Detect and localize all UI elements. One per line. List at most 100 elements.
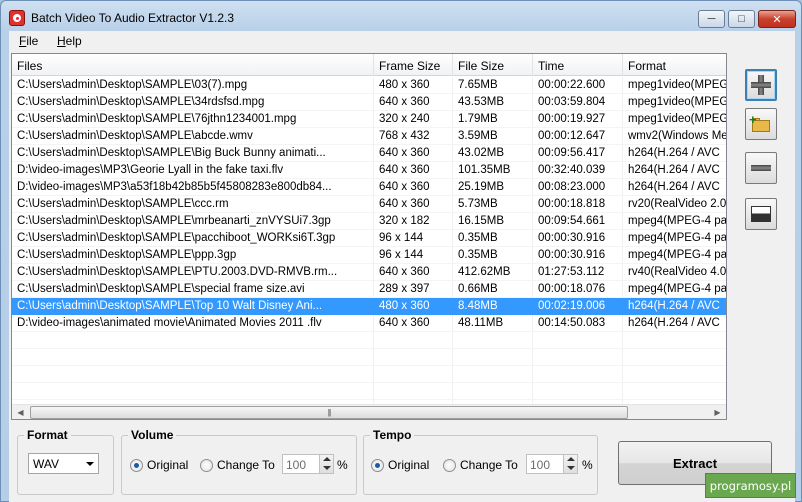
time-cell: 00:03:59.804	[538, 96, 606, 108]
table-row[interactable]: C:\Users\admin\Desktop\SAMPLE\03(7).mpg 4…	[12, 77, 726, 94]
remove-button[interactable]	[745, 152, 777, 184]
file-path-cell: C:\Users\admin\Desktop\SAMPLE\34rdsfsd.m…	[17, 96, 265, 108]
frame-size-cell: 480 x 360	[379, 79, 430, 91]
column-file-size[interactable]: File Size	[453, 54, 533, 76]
volume-change-radio[interactable]: Change To	[200, 458, 275, 472]
file-path-cell: C:\Users\admin\Desktop\SAMPLE\special fr…	[17, 283, 305, 295]
frame-size-cell: 320 x 182	[379, 215, 430, 227]
row-divider	[12, 399, 726, 400]
tempo-value: 100	[530, 458, 551, 472]
minimize-button[interactable]: ─	[698, 10, 725, 28]
column-format[interactable]: Format	[623, 54, 726, 76]
table-row[interactable]: D:\video-images\animated movie\Animated …	[12, 315, 726, 332]
menu-help-label: elp	[65, 34, 82, 48]
menu-bar: File Help	[9, 31, 795, 51]
tempo-original-radio[interactable]: Original	[371, 458, 429, 472]
scroll-right-icon[interactable]: ▶	[709, 405, 726, 420]
menu-file[interactable]: File	[19, 34, 38, 48]
plus-icon	[751, 75, 771, 95]
table-row[interactable]: C:\Users\admin\Desktop\SAMPLE\76jthn1234…	[12, 111, 726, 128]
file-size-cell: 48.11MB	[458, 317, 504, 329]
radio-checked-icon	[371, 458, 384, 472]
table-row[interactable]: C:\Users\admin\Desktop\SAMPLE\PTU.2003.D…	[12, 264, 726, 281]
volume-original-radio[interactable]: Original	[130, 458, 188, 472]
tempo-stepper[interactable]: 100	[526, 454, 578, 474]
time-cell: 00:02:19.006	[538, 300, 606, 312]
table-row[interactable]: C:\Users\admin\Desktop\SAMPLE\special fr…	[12, 281, 726, 298]
frame-size-cell: 640 x 360	[379, 317, 430, 329]
tempo-label: Tempo	[370, 428, 415, 442]
scroll-left-icon[interactable]: ◀	[12, 405, 29, 420]
add-files-button[interactable]	[745, 69, 777, 101]
file-path-cell: C:\Users\admin\Desktop\SAMPLE\ccc.rm	[17, 198, 229, 210]
table-row[interactable]: C:\Users\admin\Desktop\SAMPLE\Big Buck B…	[12, 145, 726, 162]
frame-size-cell: 320 x 240	[379, 113, 430, 125]
table-row[interactable]: C:\Users\admin\Desktop\SAMPLE\abcde.wmv 7…	[12, 128, 726, 145]
time-cell: 01:27:53.112	[538, 266, 605, 278]
scroll-thumb[interactable]: |||	[30, 406, 628, 419]
format-cell: h264(H.264 / AVC	[628, 300, 720, 312]
column-frame-size[interactable]: Frame Size	[374, 54, 453, 76]
column-time[interactable]: Time	[533, 54, 623, 76]
row-divider	[12, 382, 726, 383]
close-button[interactable]: ✕	[758, 10, 796, 28]
format-cell: h264(H.264 / AVC	[628, 181, 720, 193]
table-row[interactable]: D:\video-images\MP3\a53f18b42b85b5f45808…	[12, 179, 726, 196]
file-size-cell: 43.53MB	[458, 96, 505, 108]
tempo-unit: %	[582, 458, 593, 472]
tempo-change-radio[interactable]: Change To	[443, 458, 518, 472]
frame-size-cell: 640 x 360	[379, 147, 430, 159]
time-cell: 00:00:22.600	[538, 79, 606, 91]
options-panel: Format WAV Volume Original Change To 100…	[11, 427, 791, 502]
table-row[interactable]: C:\Users\admin\Desktop\SAMPLE\mrbeanarti…	[12, 213, 726, 230]
stepper-arrows-icon[interactable]	[319, 455, 333, 473]
table-row[interactable]: C:\Users\admin\Desktop\SAMPLE\ppp.3gp 96 …	[12, 247, 726, 264]
clear-list-icon	[751, 206, 771, 222]
file-path-cell: D:\video-images\MP3\Georie Lyall in the …	[17, 164, 284, 176]
menu-help[interactable]: Help	[57, 34, 82, 48]
tempo-original-label: Original	[388, 458, 430, 472]
file-list[interactable]: Files Frame Size File Size Time Format C…	[11, 53, 727, 420]
horizontal-scrollbar[interactable]: ◀ ||| ▶	[12, 404, 726, 419]
time-cell: 00:00:19.927	[538, 113, 606, 125]
title-bar[interactable]: Batch Video To Audio Extractor V1.2.3 ─ …	[1, 1, 801, 31]
watermark-badge: programosy.pl	[705, 473, 796, 498]
file-path-cell: D:\video-images\animated movie\Animated …	[17, 317, 322, 329]
column-files[interactable]: Files	[12, 54, 374, 76]
folder-add-icon: +	[749, 112, 771, 133]
maximize-button[interactable]: □	[728, 10, 755, 28]
file-size-cell: 412.62MB	[458, 266, 511, 278]
app-icon[interactable]	[9, 10, 25, 26]
file-size-cell: 1.79MB	[458, 113, 498, 125]
table-row[interactable]: C:\Users\admin\Desktop\SAMPLE\34rdsfsd.m…	[12, 94, 726, 111]
format-cell: h264(H.264 / AVC	[628, 317, 720, 329]
file-path-cell: C:\Users\admin\Desktop\SAMPLE\PTU.2003.D…	[17, 266, 338, 278]
format-cell: h264(H.264 / AVC	[628, 164, 720, 176]
volume-group: Volume Original Change To 100 %	[121, 428, 357, 495]
clear-list-button[interactable]	[745, 198, 777, 230]
format-cell: wmv2(Windows Media	[628, 130, 726, 142]
file-path-cell: C:\Users\admin\Desktop\SAMPLE\03(7).mpg	[17, 79, 248, 91]
format-select[interactable]: WAV	[28, 453, 99, 474]
table-row[interactable]: C:\Users\admin\Desktop\SAMPLE\pacchiboot…	[12, 230, 726, 247]
file-size-cell: 0.35MB	[458, 232, 498, 244]
table-row-selected[interactable]: C:\Users\admin\Desktop\SAMPLE\Top 10 Wal…	[12, 298, 726, 315]
table-row[interactable]: C:\Users\admin\Desktop\SAMPLE\ccc.rm 640 …	[12, 196, 726, 213]
file-size-cell: 0.35MB	[458, 249, 498, 261]
window-title: Batch Video To Audio Extractor V1.2.3	[31, 11, 235, 25]
frame-size-cell: 96 x 144	[379, 232, 424, 244]
volume-unit: %	[337, 458, 348, 472]
file-size-cell: 43.02MB	[458, 147, 505, 159]
time-cell: 00:09:56.417	[538, 147, 606, 159]
format-label: Format	[24, 428, 71, 442]
stepper-arrows-icon[interactable]	[563, 455, 577, 473]
volume-value: 100	[286, 458, 307, 472]
table-row[interactable]: D:\video-images\MP3\Georie Lyall in the …	[12, 162, 726, 179]
time-cell: 00:14:50.083	[538, 317, 606, 329]
file-path-cell: C:\Users\admin\Desktop\SAMPLE\ppp.3gp	[17, 249, 237, 261]
file-path-cell: C:\Users\admin\Desktop\SAMPLE\mrbeanarti…	[17, 215, 331, 227]
format-cell: mpeg1video(MPEG-1	[628, 79, 726, 91]
frame-size-cell: 640 x 360	[379, 164, 430, 176]
add-folder-button[interactable]: +	[745, 108, 777, 140]
volume-stepper[interactable]: 100	[282, 454, 334, 474]
